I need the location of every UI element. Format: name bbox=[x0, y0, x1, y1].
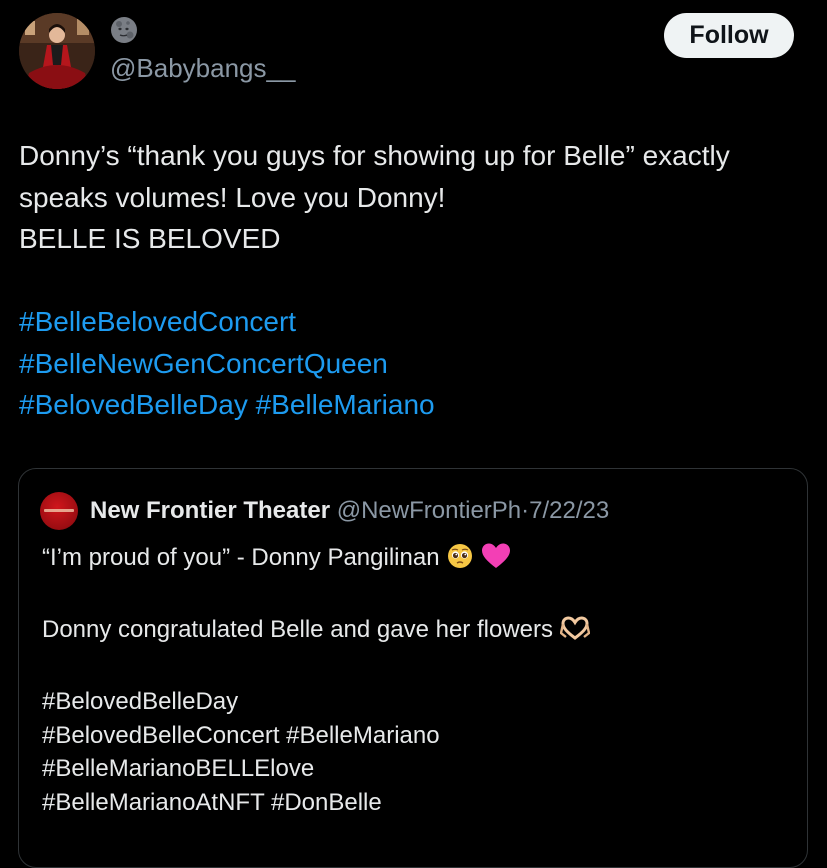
follow-button[interactable]: Follow bbox=[664, 13, 794, 58]
pink-heart-icon bbox=[481, 542, 511, 580]
hashtag-link[interactable]: #BelovedBelleDay bbox=[19, 389, 248, 420]
author-avatar[interactable] bbox=[19, 13, 95, 89]
hashtag-link[interactable]: #BelleNewGenConcertQueen bbox=[19, 348, 388, 379]
quoted-line: #BelleMarianoBELLElove bbox=[42, 755, 315, 782]
pleading-face-icon bbox=[446, 542, 474, 580]
quoted-author-handle[interactable]: @NewFrontierPh bbox=[337, 497, 521, 524]
tweet-line: Donny’s “thank you guys for showing up f… bbox=[19, 140, 730, 171]
hashtag-link[interactable]: #BelleBelovedConcert bbox=[19, 306, 296, 337]
tweet-line: speaks volumes! Love you Donny! bbox=[19, 181, 446, 213]
quoted-tweet-card[interactable]: New Frontier Theater @NewFrontierPh·7/22… bbox=[18, 468, 808, 868]
quoted-line: Donny congratulated Belle and gave her f… bbox=[42, 616, 553, 643]
quoted-tweet-header: New Frontier Theater @NewFrontierPh·7/22… bbox=[90, 495, 609, 527]
tweet-text: Donny’s “thank you guys for showing up f… bbox=[19, 135, 809, 426]
hashtag-link[interactable]: #BelleMariano bbox=[256, 389, 435, 420]
quoted-tweet-text: “I’m proud of you” - Donny Pangilinan Do… bbox=[42, 541, 792, 819]
heart-hands-icon bbox=[559, 616, 590, 652]
quoted-line: #BelleMarianoAtNFT #DonBelle bbox=[42, 788, 382, 816]
meta-separator: · bbox=[521, 497, 530, 524]
quoted-line: #BelovedBelleConcert #BelleMariano bbox=[42, 721, 440, 749]
quoted-tweet-date[interactable]: 7/22/23 bbox=[529, 497, 609, 524]
quoted-line: #BelovedBelleDay bbox=[42, 688, 239, 715]
quoted-author-avatar bbox=[40, 492, 78, 530]
author-display-name[interactable] bbox=[110, 16, 138, 50]
tweet-line: BELLE IS BELOVED bbox=[19, 223, 281, 254]
moon-face-icon bbox=[110, 16, 138, 44]
author-handle[interactable]: @Babybangs__ bbox=[110, 52, 295, 84]
quoted-line: “I’m proud of you” - Donny Pangilinan bbox=[42, 544, 440, 571]
quoted-author-name[interactable]: New Frontier Theater bbox=[90, 497, 330, 524]
